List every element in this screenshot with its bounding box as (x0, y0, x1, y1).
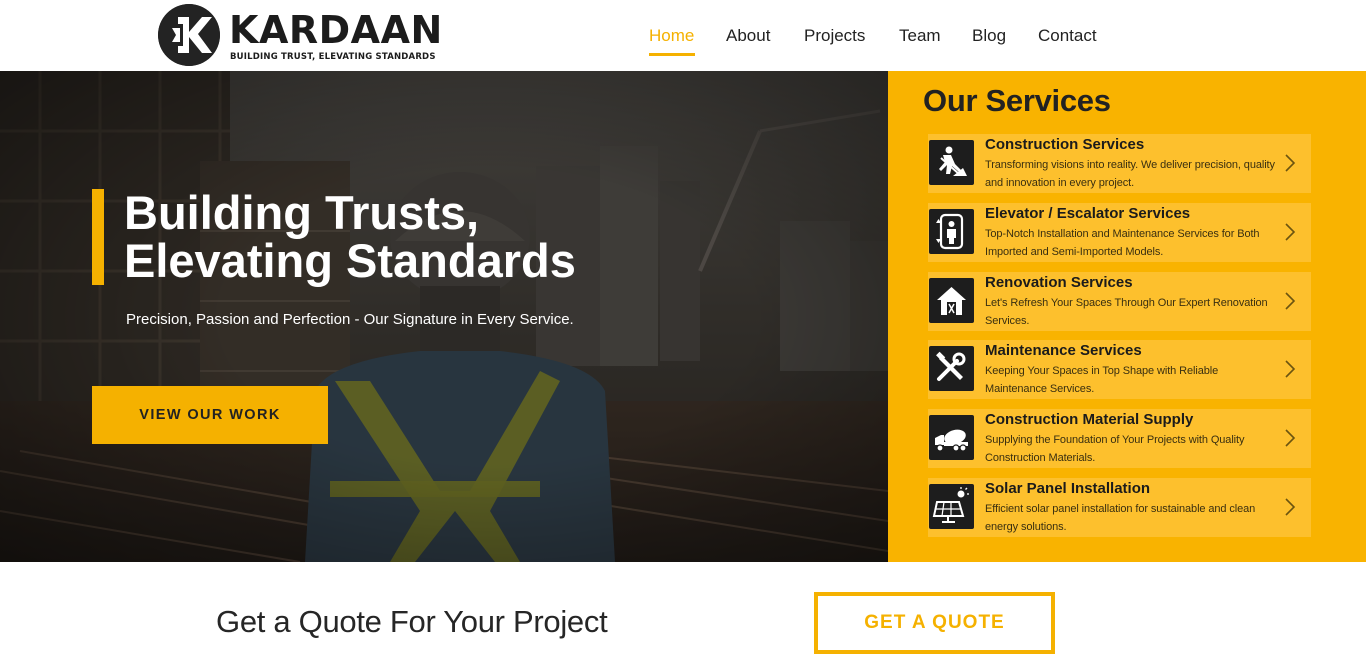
brand-tagline: BUILDING TRUST, ELEVATING STANDARDS (230, 52, 436, 62)
service-elevator[interactable]: Elevator / Escalator Services Top-Notch … (928, 203, 1311, 262)
chevron-right-icon (1285, 292, 1296, 310)
hero-title-line-2: Elevating Standards (124, 234, 576, 287)
chevron-right-icon (1285, 223, 1296, 241)
cement-truck-icon (929, 415, 974, 460)
service-title: Renovation Services (985, 274, 1133, 291)
service-description: Supplying the Foundation of Your Project… (985, 434, 1245, 464)
service-maintenance[interactable]: Maintenance Services Keeping Your Spaces… (928, 340, 1311, 399)
view-our-work-button[interactable]: VIEW OUR WORK (92, 386, 328, 444)
service-title: Elevator / Escalator Services (985, 205, 1191, 222)
service-title: Solar Panel Installation (985, 480, 1151, 497)
service-description: Transforming visions into reality. We de… (985, 159, 1275, 189)
nav-blog[interactable]: Blog (972, 26, 1006, 46)
service-description: Efficient solar panel installation for s… (985, 503, 1256, 533)
hero-title: Building Trusts, Elevating Standards (124, 189, 576, 285)
services-heading: Our Services (923, 83, 1111, 118)
service-description: Top-Notch Installation and Maintenance S… (985, 228, 1260, 258)
service-solar[interactable]: Solar Panel Installation Efficient solar… (928, 478, 1311, 537)
service-title: Construction Material Supply (985, 411, 1194, 428)
service-title: Construction Services (985, 136, 1145, 153)
nav-about[interactable]: About (726, 26, 770, 46)
site-header: KARDAAN BUILDING TRUST, ELEVATING STANDA… (0, 0, 1366, 71)
nav-projects[interactable]: Projects (804, 26, 865, 46)
service-renovation[interactable]: Renovation Services Let's Refresh Your S… (928, 272, 1311, 331)
service-title: Maintenance Services (985, 342, 1142, 359)
quote-heading: Get a Quote For Your Project (216, 604, 608, 639)
worker-digging-icon (929, 140, 974, 185)
chevron-right-icon (1285, 154, 1296, 172)
kardaan-logo-icon (158, 4, 220, 66)
chevron-right-icon (1285, 360, 1296, 378)
service-description: Keeping Your Spaces in Top Shape with Re… (985, 365, 1219, 395)
hero-subtitle: Precision, Passion and Perfection - Our … (126, 311, 574, 328)
solar-panel-icon (929, 484, 974, 529)
chevron-right-icon (1285, 498, 1296, 516)
hero-section: Building Trusts, Elevating Standards Pre… (0, 71, 888, 562)
hero-title-line-1: Building Trusts, (124, 186, 480, 239)
service-material-supply[interactable]: Construction Material Supply Supplying t… (928, 409, 1311, 468)
services-panel: Our Services Construction Services Trans… (888, 71, 1366, 562)
hero-accent-bar (92, 189, 104, 285)
wrench-hammer-icon (929, 346, 974, 391)
chevron-right-icon (1285, 429, 1296, 447)
nav-contact[interactable]: Contact (1038, 26, 1097, 46)
nav-team[interactable]: Team (899, 26, 941, 46)
brand-logo[interactable]: KARDAAN BUILDING TRUST, ELEVATING STANDA… (158, 4, 448, 68)
nav-home[interactable]: Home (649, 26, 694, 46)
elevator-icon (929, 209, 974, 254)
service-construction[interactable]: Construction Services Transforming visio… (928, 134, 1311, 193)
nav-active-underline (649, 53, 695, 56)
get-a-quote-button[interactable]: GET A QUOTE (814, 592, 1055, 654)
brand-name: KARDAAN (229, 8, 443, 52)
house-tools-icon (929, 278, 974, 323)
service-description: Let's Refresh Your Spaces Through Our Ex… (985, 297, 1268, 327)
